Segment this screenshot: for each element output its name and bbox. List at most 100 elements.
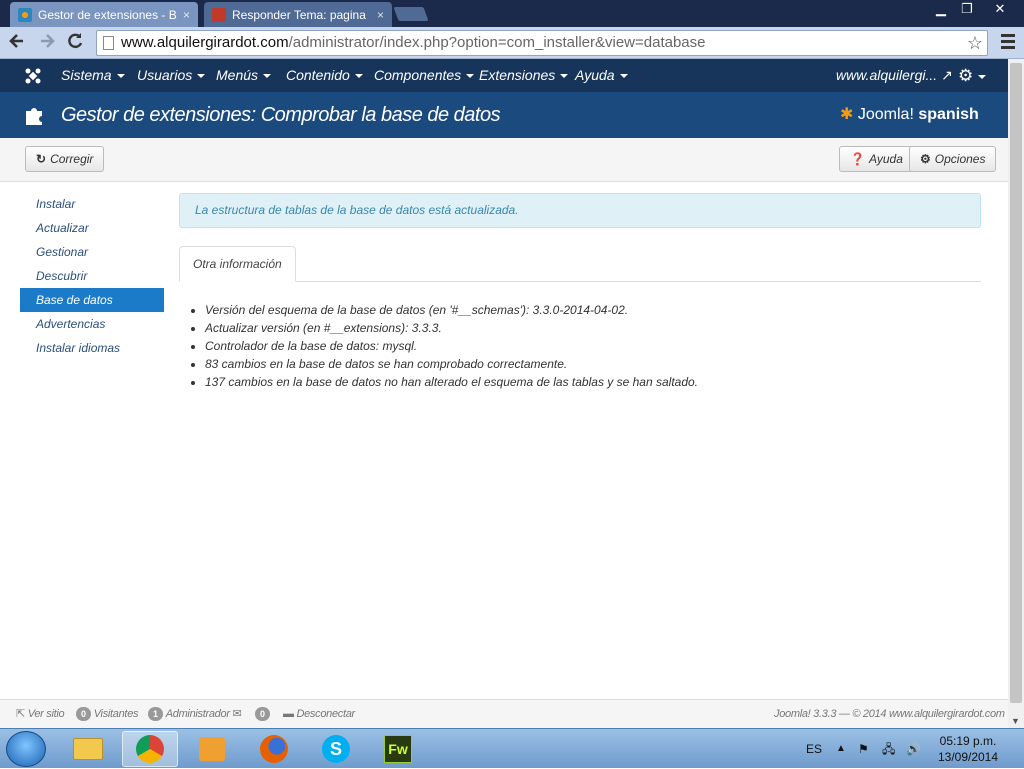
volume-icon[interactable]: 🔊 [906, 729, 921, 769]
chevron-down-icon [619, 74, 628, 79]
tab-otra-informacion[interactable]: Otra información [179, 246, 296, 282]
gear-icon: ⚙ [920, 152, 931, 166]
menu-usuarios[interactable]: Usuarios [137, 59, 206, 92]
minimize-icon[interactable]: ▁ [928, 0, 954, 20]
site-favicon-icon [212, 7, 226, 22]
url-path: /administrator/index.php?option=com_inst… [288, 34, 706, 51]
bookmark-star-icon[interactable]: ☆ [967, 31, 983, 55]
system-clock[interactable]: 05:19 p.m. 13/09/2014 [930, 733, 1006, 765]
admin-status: 1 Administrador ✉ [148, 700, 242, 729]
tab-title: Responder Tema: pagina [232, 7, 366, 22]
joomla-spanish-logo: ✱ Joomla! spanish [840, 106, 979, 123]
menu-extensiones[interactable]: Extensiones [479, 59, 569, 92]
tab-close-icon[interactable]: × [183, 8, 190, 22]
fireworks-icon[interactable]: Fw [370, 731, 426, 767]
messages-count-badge: 0 [255, 707, 270, 721]
action-toolbar: ↻ Corregir ❓ Ayuda ⚙ Opciones [0, 138, 1008, 182]
visitors-count-badge: 0 [76, 707, 91, 721]
chevron-down-icon [354, 74, 363, 79]
question-icon: ❓ [850, 152, 865, 166]
browser-tab-bar: Gestor de extensiones - Ba × Responder T… [0, 0, 1024, 27]
envelope-icon: ✉ [232, 708, 242, 720]
logout-link[interactable]: ▬ Desconectar [283, 700, 355, 729]
network-icon[interactable]: 🖧 [882, 729, 895, 769]
tab-extension-manager[interactable]: Gestor de extensiones - Ba × [10, 2, 198, 27]
chrome-icon[interactable] [122, 731, 178, 767]
tab-reply-topic[interactable]: Responder Tema: pagina × [204, 2, 392, 27]
chevron-down-icon [263, 74, 272, 79]
close-window-icon[interactable]: ✕ [984, 0, 1016, 20]
puzzle-icon [26, 108, 42, 125]
list-item: Versión del esquema de la base de datos … [205, 301, 698, 319]
restore-icon[interactable]: ❐ [954, 0, 980, 20]
sidebar: Instalar Actualizar Gestionar Descubrir … [20, 192, 164, 360]
footer-copyright: Joomla! 3.3.3 — © 2014 www.alquilergirar… [774, 708, 1005, 720]
page-header: Gestor de extensiones: Comprobar la base… [0, 92, 1008, 138]
action-center-flag-icon[interactable]: ⚑ [858, 729, 869, 769]
menu-sistema[interactable]: Sistema [61, 59, 125, 92]
page-title: Gestor de extensiones: Comprobar la base… [61, 104, 501, 126]
admin-status-bar: ⇱ Ver sitio 0 Visitantes 1 Administrador ✉… [0, 699, 1008, 728]
list-item: Controlador de la base de datos: mysql. [205, 337, 698, 355]
windows-start-icon[interactable] [6, 731, 46, 767]
skype-icon[interactable]: S [308, 731, 364, 767]
tab-title: Gestor de extensiones - Ba [38, 7, 177, 22]
menu-menus[interactable]: Menús [216, 59, 272, 92]
tab-close-icon[interactable]: × [377, 8, 384, 22]
media-player-icon[interactable] [184, 731, 240, 767]
options-button[interactable]: ⚙ Opciones [909, 146, 997, 172]
sidebar-item-actualizar[interactable]: Actualizar [20, 216, 164, 240]
joomla-favicon-icon [18, 7, 32, 22]
view-site-link[interactable]: ⇱ Ver sitio [16, 700, 65, 729]
scroll-down-icon[interactable]: ▼ [1011, 716, 1020, 726]
gear-icon: ⚙ [958, 66, 974, 85]
fix-button[interactable]: ↻ Corregir [25, 146, 105, 172]
back-icon[interactable] [4, 31, 30, 55]
browser-menu-icon[interactable] [998, 31, 1018, 55]
help-button[interactable]: ❓ Ayuda [839, 146, 914, 172]
messages-status[interactable]: 0 [255, 700, 273, 729]
menu-contenido[interactable]: Contenido [286, 59, 363, 92]
show-hidden-icons-icon[interactable]: ▲ [836, 729, 846, 769]
status-alert: La estructura de tablas de la base de da… [179, 193, 981, 228]
url-host: www.alquilergirardot.com [121, 34, 289, 51]
clock-date: 13/09/2014 [937, 750, 999, 764]
list-item: 137 cambios en la base de datos no han a… [205, 373, 698, 391]
scrollbar-thumb[interactable] [1010, 63, 1022, 703]
chevron-down-icon [978, 74, 987, 79]
firefox-icon[interactable] [246, 731, 302, 767]
forward-icon[interactable] [34, 31, 60, 55]
browser-toolbar: www.alquilergirardot.com/administrator/i… [0, 27, 1024, 59]
external-link-icon: ↗ [941, 67, 953, 83]
minus-icon: ▬ [283, 708, 294, 720]
clock-time: 05:19 p.m. [939, 734, 997, 748]
chevron-down-icon [560, 74, 569, 79]
menu-ayuda[interactable]: Ayuda [575, 59, 628, 92]
joomla-logo-icon[interactable] [24, 59, 42, 92]
file-explorer-icon[interactable] [60, 731, 116, 767]
page-scrollbar[interactable]: ▼ [1008, 59, 1024, 728]
visitors-status: 0 Visitantes [76, 700, 139, 729]
external-link-icon: ⇱ [16, 708, 25, 720]
sidebar-item-base-de-datos[interactable]: Base de datos [20, 288, 164, 312]
chevron-down-icon [197, 74, 206, 79]
admin-menu-bar: Sistema Usuarios Menús Contenido Compone… [0, 59, 1008, 92]
chevron-down-icon [116, 74, 125, 79]
language-indicator[interactable]: ES [806, 729, 822, 769]
list-item: 83 cambios en la base de datos se han co… [205, 355, 698, 373]
sidebar-item-descubrir[interactable]: Descubrir [20, 264, 164, 288]
refresh-icon: ↻ [36, 152, 47, 166]
new-tab-button[interactable] [393, 7, 429, 21]
sidebar-item-gestionar[interactable]: Gestionar [20, 240, 164, 264]
reload-icon[interactable] [62, 31, 88, 55]
site-link[interactable]: www.alquilergi... ↗ [836, 59, 953, 92]
settings-menu[interactable]: ⚙ [958, 59, 987, 92]
sidebar-item-instalar[interactable]: Instalar [20, 192, 164, 216]
sidebar-item-instalar-idiomas[interactable]: Instalar idiomas [20, 336, 164, 360]
joomla-mark-icon: ✱ [840, 106, 854, 123]
sidebar-item-advertencias[interactable]: Advertencias [20, 312, 164, 336]
menu-componentes[interactable]: Componentes [374, 59, 475, 92]
admin-count-badge: 1 [148, 707, 163, 721]
windows-taskbar: S Fw ES ▲ ⚑ 🖧 🔊 05:19 p.m. 13/09/2014 [0, 728, 1024, 768]
address-bar[interactable]: www.alquilergirardot.com/administrator/i… [96, 30, 988, 56]
